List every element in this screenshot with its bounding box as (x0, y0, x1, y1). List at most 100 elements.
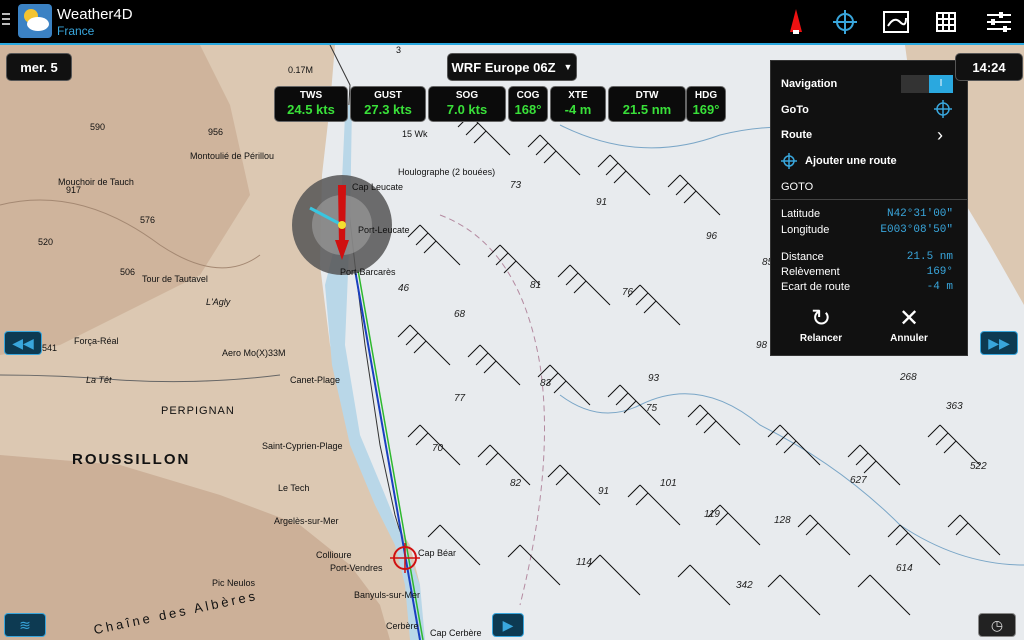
restart-icon: ↻ (810, 305, 832, 332)
place-canet: Canet-Plage (290, 375, 341, 385)
stat-label: TWS (299, 90, 323, 101)
place-montoulie: Montoulié de Périllou (190, 151, 275, 161)
model-selector[interactable]: WRF Europe 06Z ▼ (447, 53, 577, 81)
wind-value: 70 (432, 443, 444, 454)
close-icon: ✕ (898, 305, 920, 332)
wind-value: 46 (398, 283, 410, 294)
terrain-value: 15 Wk (402, 129, 428, 139)
place-port-vendres: Port-Vendres (330, 563, 383, 573)
wind-value: 114 (576, 557, 592, 568)
fast-forward-button[interactable]: ▶▶ (980, 331, 1018, 355)
place-argeles: Argelès-sur-Mer (274, 516, 339, 526)
target-icon[interactable] (829, 6, 861, 38)
toggle-knob: I (929, 75, 953, 93)
goto-label[interactable]: GoTo (781, 104, 809, 116)
stat-dtw: DTW 21.5 nm (608, 86, 686, 122)
grid-icon[interactable] (930, 6, 962, 38)
wind-value: 614 (896, 563, 913, 574)
terrain-value: 590 (90, 122, 106, 132)
place-agly: L'Agly (206, 297, 231, 307)
date-selector[interactable]: mer. 5 (6, 53, 72, 81)
wind-value: 93 (648, 373, 660, 384)
wind-value: 96 (706, 231, 718, 242)
history-button[interactable]: ◷ (978, 613, 1016, 637)
wind-value: 119 (704, 509, 720, 520)
wind-value: 522 (970, 461, 987, 472)
place-tet: La Têt (86, 375, 112, 385)
wind-value: 91 (598, 486, 610, 497)
stat-value: 169° (692, 102, 720, 117)
terrain-value: 506 (120, 267, 136, 277)
wind-value: 128 (774, 515, 791, 526)
app-logo-icon (18, 4, 52, 38)
stat-label: SOG (455, 90, 479, 101)
stat-label: DTW (635, 90, 659, 101)
stat-value: -4 m (564, 102, 592, 117)
distance-label: Distance (781, 251, 824, 263)
place-cap-cerbere: Cap Cerbère (430, 628, 482, 638)
latitude-label: Latitude (781, 208, 821, 220)
route-label[interactable]: Route (781, 129, 812, 141)
place-cap-bear: Cap Béar (418, 548, 457, 558)
longitude-value: E003°08'50" (880, 224, 953, 236)
wind-value: 101 (660, 478, 677, 489)
stat-label: COG (516, 90, 540, 101)
place-roussillon: ROUSSILLON (72, 451, 191, 468)
chevron-right-icon[interactable]: › (937, 125, 943, 146)
wind-value: 76 (622, 287, 634, 298)
stat-value: 27.3 kts (364, 102, 412, 117)
boat-icon[interactable] (780, 6, 812, 38)
wind-value: 75 (646, 403, 658, 414)
clock-display[interactable]: 14:24 (955, 53, 1023, 81)
map-icon[interactable] (880, 6, 912, 38)
wind-value: 627 (850, 475, 867, 486)
distance-value: 21.5 nm (906, 251, 953, 263)
stat-label: XTE (568, 90, 588, 101)
place-port-barcares: Port-Barcarès (340, 267, 396, 277)
place-aero: Aero Mo(X)33M (222, 348, 286, 358)
stat-hdg: HDG 169° (686, 86, 726, 122)
place-le-tech: Le Tech (278, 483, 310, 493)
model-label: WRF Europe 06Z (451, 59, 556, 75)
stat-tws: TWS 24.5 kts (274, 86, 348, 122)
stat-value: 24.5 kts (287, 102, 335, 117)
rewind-button[interactable]: ◀◀ (4, 331, 42, 355)
navigation-panel: Navigation I GoTo Route › Ajouter une ro… (770, 60, 968, 356)
add-route-target-icon[interactable] (780, 152, 798, 175)
cancel-label: Annuler (890, 333, 928, 344)
dropdown-arrow-icon: ▼ (563, 62, 573, 72)
place-banyuls: Banyuls-sur-Mer (354, 590, 421, 600)
play-button[interactable]: ▶ (492, 613, 524, 637)
navigation-label: Navigation (781, 78, 838, 90)
stat-value: 168° (514, 102, 542, 117)
stat-sog: SOG 7.0 kts (428, 86, 506, 122)
place-tautavel: Tour de Tautavel (142, 274, 208, 284)
divider (771, 199, 967, 200)
wind-value: 268 (900, 372, 917, 383)
restart-button[interactable]: ↻ Relancer (789, 305, 853, 351)
wind-value: 363 (946, 401, 963, 412)
wind-value: 81 (530, 280, 542, 291)
xte-label: Ecart de route (781, 281, 851, 293)
terrain-value: 576 (140, 215, 156, 225)
wind-value: 68 (454, 309, 466, 320)
place-cerbere: Cerbère (386, 621, 419, 631)
sliders-icon[interactable] (983, 6, 1015, 38)
layers-button[interactable]: ≋ (4, 613, 46, 637)
goto-target-icon[interactable] (933, 99, 953, 124)
add-route-button[interactable]: Ajouter une route (805, 155, 897, 167)
stat-gust: GUST 27.3 kts (350, 86, 426, 122)
terrain-value: 956 (208, 127, 224, 137)
stat-cog: COG 168° (508, 86, 548, 122)
wind-value: 98 (756, 340, 768, 351)
wind-value: 83 (540, 378, 552, 389)
stat-value: 7.0 kts (446, 102, 488, 117)
place-houlographe: Houlographe (2 bouées) (398, 167, 496, 177)
xte-value: -4 m (926, 281, 953, 293)
history-icon: ◷ (990, 616, 1004, 633)
goto-section-title: GOTO (781, 181, 814, 193)
navigation-toggle[interactable]: I (901, 75, 953, 93)
menu-icon[interactable] (2, 13, 10, 27)
wind-value: 342 (736, 580, 753, 591)
cancel-button[interactable]: ✕ Annuler (877, 305, 941, 351)
